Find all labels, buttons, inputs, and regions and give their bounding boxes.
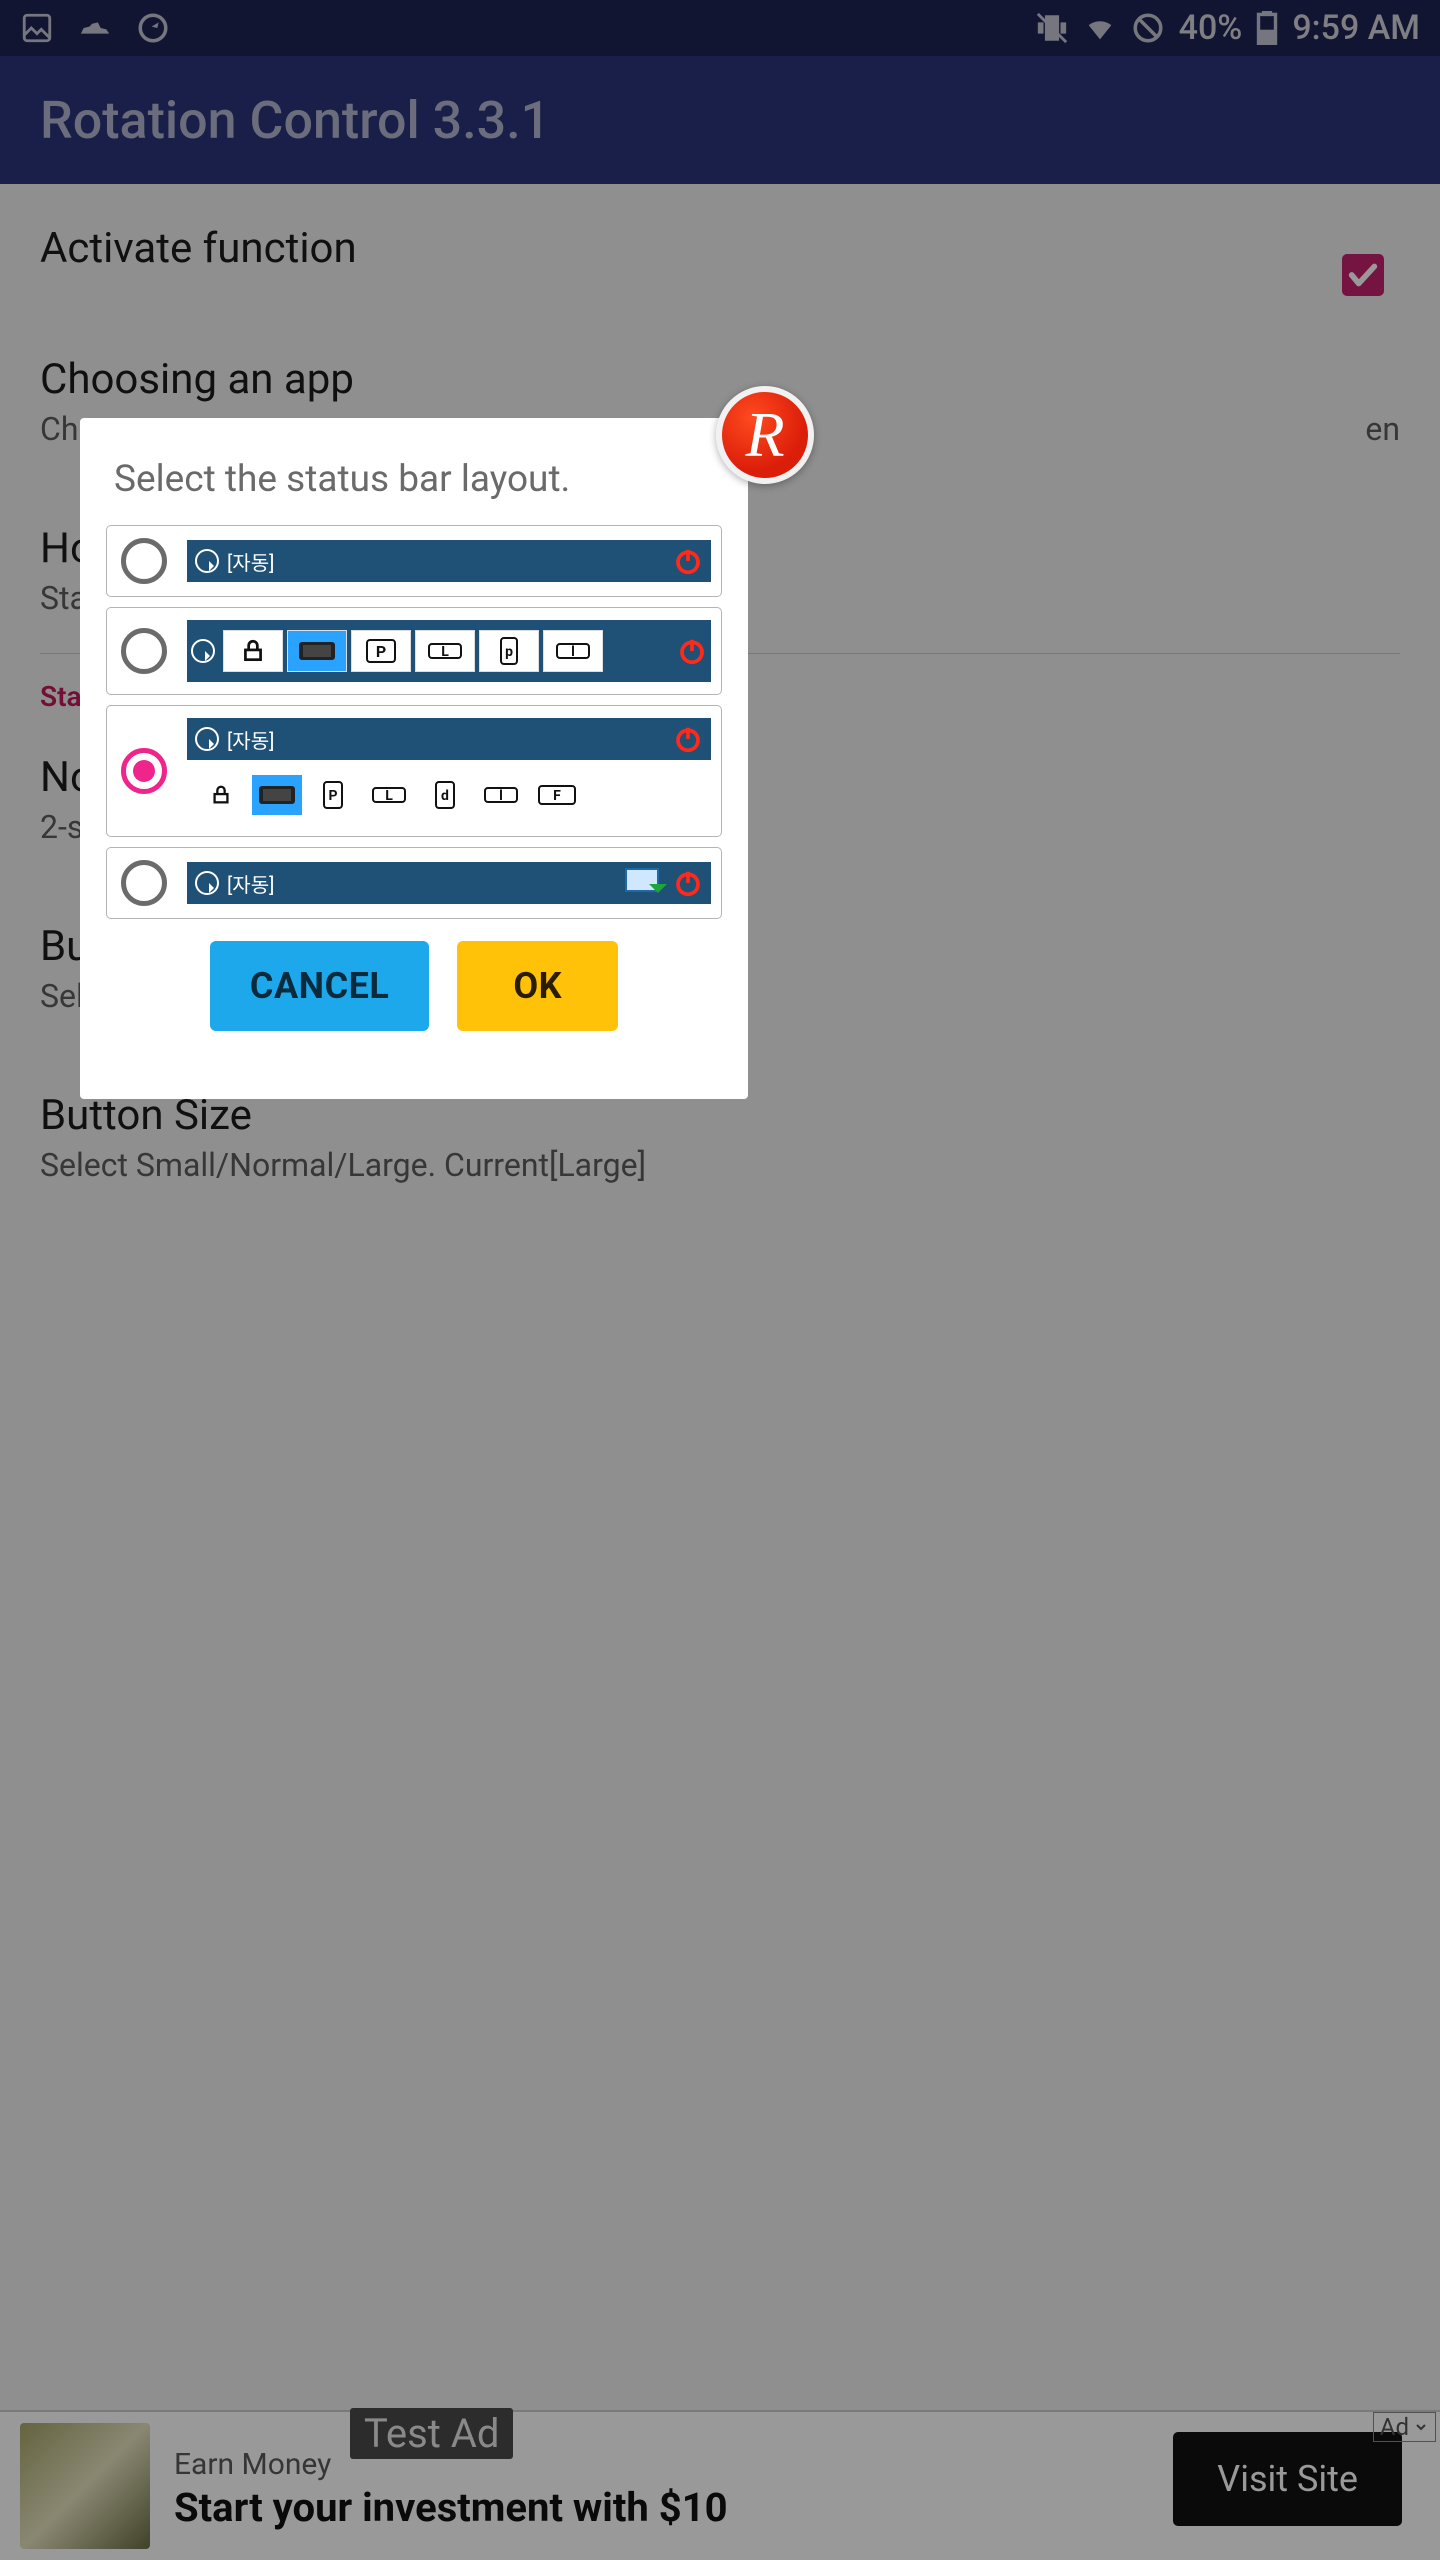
layout-dialog: R Select the status bar layout. [자동]: [80, 418, 748, 1099]
radio-unchecked[interactable]: [121, 860, 167, 906]
dialog-buttons: CANCEL OK: [106, 941, 722, 1031]
dialog-title: Select the status bar layout.: [106, 458, 722, 501]
layout-option-3[interactable]: [자동] P L d l F: [106, 705, 722, 837]
layout-option-1[interactable]: [자동]: [106, 525, 722, 597]
rotate-icon: [195, 871, 219, 895]
radio-unchecked[interactable]: [121, 628, 167, 674]
app-badge-icon: R: [716, 386, 814, 484]
f-icon-cell: F: [531, 774, 583, 816]
save-download-icon: [625, 868, 665, 898]
rotate-icon: [195, 727, 219, 751]
svg-text:l: l: [499, 788, 503, 804]
svg-text:L: L: [385, 788, 393, 804]
preview-bar-top: [자동]: [187, 718, 711, 760]
svg-text:d: d: [441, 788, 449, 804]
l-rev-icon-cell: l: [475, 774, 527, 816]
svg-text:L: L: [441, 644, 449, 660]
power-icon: [673, 724, 703, 754]
rotate-icon: [195, 549, 219, 573]
layout-options: [자동] P L: [106, 525, 722, 919]
preview-bar: [자동]: [187, 862, 711, 904]
radio-checked[interactable]: [121, 748, 167, 794]
p-icon-cell: P: [351, 630, 411, 672]
lock-icon-cell: [223, 630, 283, 672]
landscape-icon-cell: [251, 774, 303, 816]
radio-unchecked[interactable]: [121, 538, 167, 584]
preview-bar: [자동]: [187, 540, 711, 582]
landscape-icon-cell: [287, 630, 347, 672]
d-icon-cell: d: [419, 774, 471, 816]
p-rev-icon-cell: p: [479, 630, 539, 672]
auto-label: [자동]: [227, 725, 274, 754]
layout-option-4[interactable]: [자동]: [106, 847, 722, 919]
l-icon-cell: L: [363, 774, 415, 816]
layout-option-2[interactable]: P L p l: [106, 607, 722, 695]
power-icon: [673, 546, 703, 576]
preview-bar-bottom: P L d l F: [187, 766, 711, 824]
l-icon-cell: L: [415, 630, 475, 672]
l-rev-icon-cell: l: [543, 630, 603, 672]
preview-bar: P L p l: [187, 620, 711, 682]
power-icon: [677, 636, 707, 666]
ok-button[interactable]: OK: [457, 941, 618, 1031]
lock-icon-cell: [195, 774, 247, 816]
svg-text:F: F: [553, 788, 561, 804]
svg-text:P: P: [376, 642, 386, 661]
auto-label: [자동]: [227, 869, 274, 898]
cancel-button[interactable]: CANCEL: [210, 941, 429, 1031]
rotate-icon: [191, 639, 215, 663]
svg-text:l: l: [571, 644, 575, 660]
auto-label: [자동]: [227, 547, 274, 576]
modal-scrim[interactable]: [0, 0, 1440, 2560]
svg-text:P: P: [328, 788, 337, 804]
svg-text:p: p: [505, 644, 513, 660]
p-icon-cell: P: [307, 774, 359, 816]
power-icon: [673, 868, 703, 898]
